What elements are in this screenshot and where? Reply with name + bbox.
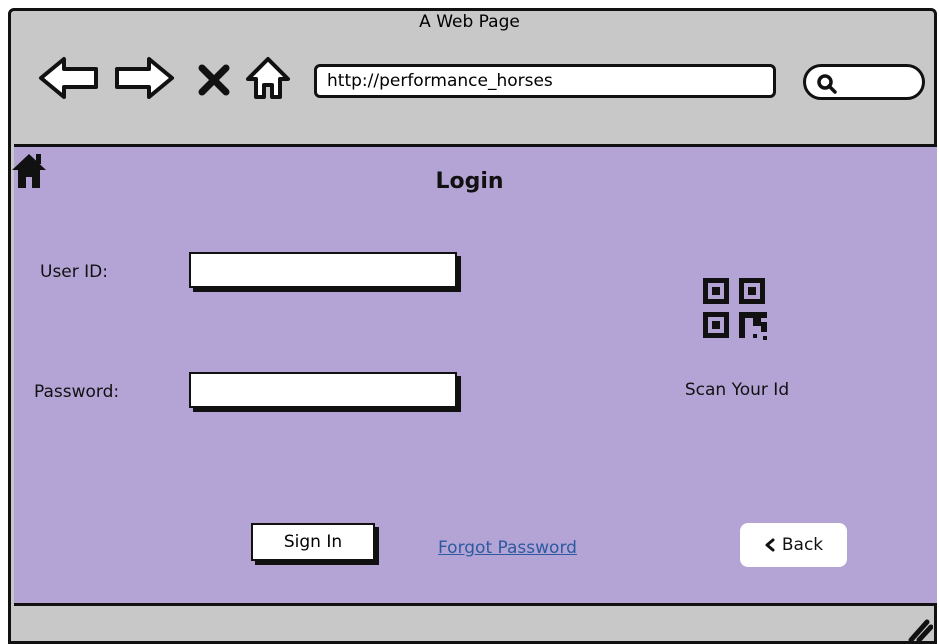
forgot-password-link[interactable]: Forgot Password (438, 538, 577, 558)
home-outline-icon[interactable] (245, 55, 291, 101)
search-icon (817, 74, 837, 94)
resize-grip-icon[interactable] (905, 616, 933, 642)
user-id-label: User ID: (40, 262, 108, 282)
chevron-left-icon (765, 538, 775, 552)
password-input[interactable] (189, 372, 457, 408)
back-label: Back (781, 535, 824, 555)
password-label: Password: (34, 382, 120, 402)
user-id-input[interactable] (189, 252, 457, 288)
search-field[interactable] (803, 64, 925, 100)
sign-in-button[interactable]: Sign In (251, 523, 375, 561)
close-icon[interactable] (197, 63, 231, 97)
qr-code-icon[interactable] (697, 274, 779, 344)
back-button[interactable]: Back (740, 523, 847, 567)
forward-arrow-icon[interactable] (113, 55, 175, 101)
window-title: A Web Page (419, 12, 520, 32)
back-arrow-icon[interactable] (38, 55, 100, 101)
scan-id-label: Scan Your Id (684, 380, 790, 400)
page-title: Login (435, 169, 504, 194)
url-field[interactable]: http://performance_horses (314, 64, 776, 98)
